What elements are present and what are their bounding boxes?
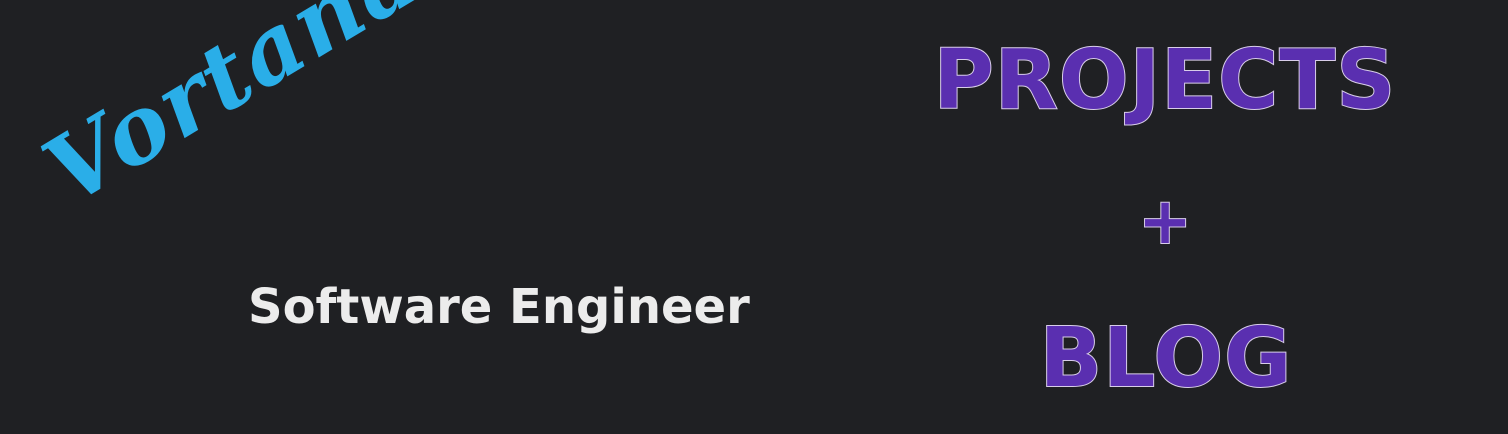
header-banner: Vortana Say Software Engineer Projects +…: [0, 0, 1508, 434]
projects-label: Projects: [933, 33, 1397, 128]
author-name: Vortana Say: [25, 0, 626, 226]
plus-sign: +: [1137, 185, 1193, 259]
job-title: Software Engineer: [248, 279, 750, 335]
blog-label: Blog: [1039, 311, 1293, 406]
